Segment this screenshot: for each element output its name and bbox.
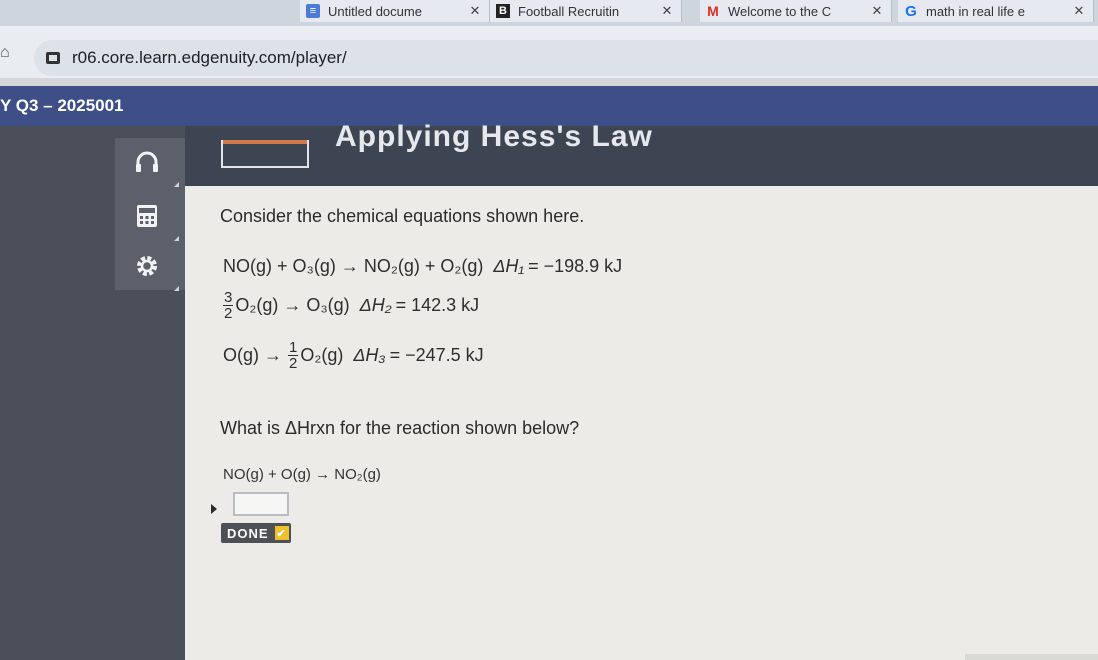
close-tab-icon[interactable]: ✕ (869, 3, 885, 19)
progress-tab[interactable] (221, 140, 309, 168)
equation-3-lhs: O(g) → (223, 345, 283, 365)
tab-google-search[interactable]: G math in real life e ✕ (898, 0, 1094, 22)
url-text[interactable]: r06.core.learn.edgenuity.com/player/ (72, 48, 347, 68)
equation-3-coef-numerator: 1 (288, 339, 299, 356)
equation-3-coef-denominator: 2 (289, 355, 298, 372)
tab-football-recruiting[interactable]: B Football Recruitin ✕ (490, 0, 682, 22)
settings-icon[interactable] (131, 250, 163, 282)
equation-3: O(g) → 1 2 O₂(g) ΔH₃ = −247.5 kJ (223, 340, 484, 371)
equation-2-coef-numerator: 3 (223, 289, 234, 306)
browser-toolbar: ⌂ r06.core.learn.edgenuity.com/player/ (0, 26, 1098, 78)
equation-2-reaction: O₂(g) → O₃(g) (235, 295, 350, 315)
equation-2-coef-denominator: 2 (224, 305, 233, 322)
tab-untitled-document[interactable]: ≡ Untitled docume ✕ (300, 0, 490, 22)
checkmark-icon: ✔ (274, 526, 289, 540)
tool-rail (0, 126, 185, 660)
equation-3-dh-label: ΔH₃ (353, 345, 386, 365)
gmail-icon: M (707, 3, 719, 19)
browser-tab-strip: ≡ Untitled docume ✕ B Football Recruitin… (0, 0, 1098, 26)
equation-1: NO(g) + O₃(g) → NO₂(g) + O₂(g) ΔH₁ = −19… (223, 256, 622, 277)
question-panel: Consider the chemical equations shown he… (185, 186, 1098, 660)
tab-title: Welcome to the C (728, 3, 832, 19)
tab-title: math in real life e (926, 3, 1025, 19)
footer-divider (965, 654, 1098, 660)
close-tab-icon[interactable]: ✕ (1071, 3, 1087, 19)
tab-title: Untitled docume (328, 3, 422, 19)
equation-1-dh-label: ΔH₁ (493, 256, 525, 276)
equation-2-coefficient: 3 2 (223, 289, 234, 322)
activity-title: Applying Hess's Law (335, 120, 653, 153)
close-tab-icon[interactable]: ✕ (467, 3, 483, 19)
target-reaction: NO(g) + O(g) → NO₂(g) (223, 466, 381, 483)
equation-2: 3 2 O₂(g) → O₃(g) ΔH₂ = 142.3 kJ (223, 290, 479, 321)
course-title: Y Q3 – 2025001 (0, 96, 124, 115)
tool-panel (115, 138, 185, 291)
equation-1-dh-value: = −198.9 kJ (528, 256, 623, 276)
google-icon: G (905, 2, 917, 20)
answer-input[interactable] (233, 492, 289, 516)
tab-gmail[interactable]: M Welcome to the C ✕ (700, 0, 892, 22)
headphones-icon[interactable] (131, 146, 163, 178)
equation-3-coefficient: 1 2 (288, 339, 299, 372)
address-bar[interactable]: r06.core.learn.edgenuity.com/player/ (34, 40, 1098, 76)
site-info-icon[interactable] (46, 52, 60, 64)
question-text: What is ΔHrxn for the reaction shown bel… (220, 418, 580, 438)
done-button[interactable]: DONE ✔ (221, 523, 291, 543)
home-icon[interactable]: ⌂ (0, 44, 18, 62)
done-label: DONE (227, 525, 269, 541)
tab-title: Football Recruitin (518, 3, 620, 19)
google-docs-icon: ≡ (306, 4, 320, 18)
calculator-icon[interactable] (131, 200, 163, 232)
current-item-marker (211, 504, 217, 514)
equation-2-dh-label: ΔH₂ (359, 295, 392, 315)
corner-mark (174, 236, 179, 241)
equation-3-dh-value: = −247.5 kJ (389, 345, 484, 365)
equation-1-reaction: NO(g) + O₃(g) → NO₂(g) + O₂(g) (223, 256, 484, 276)
equation-3-rhs: O₂(g) (300, 345, 344, 365)
close-tab-icon[interactable]: ✕ (659, 3, 675, 19)
corner-mark (174, 286, 179, 291)
corner-mark (174, 182, 179, 187)
hudl-icon: B (496, 4, 510, 18)
equation-2-dh-value: = 142.3 kJ (395, 295, 480, 315)
intro-text: Consider the chemical equations shown he… (220, 206, 585, 226)
